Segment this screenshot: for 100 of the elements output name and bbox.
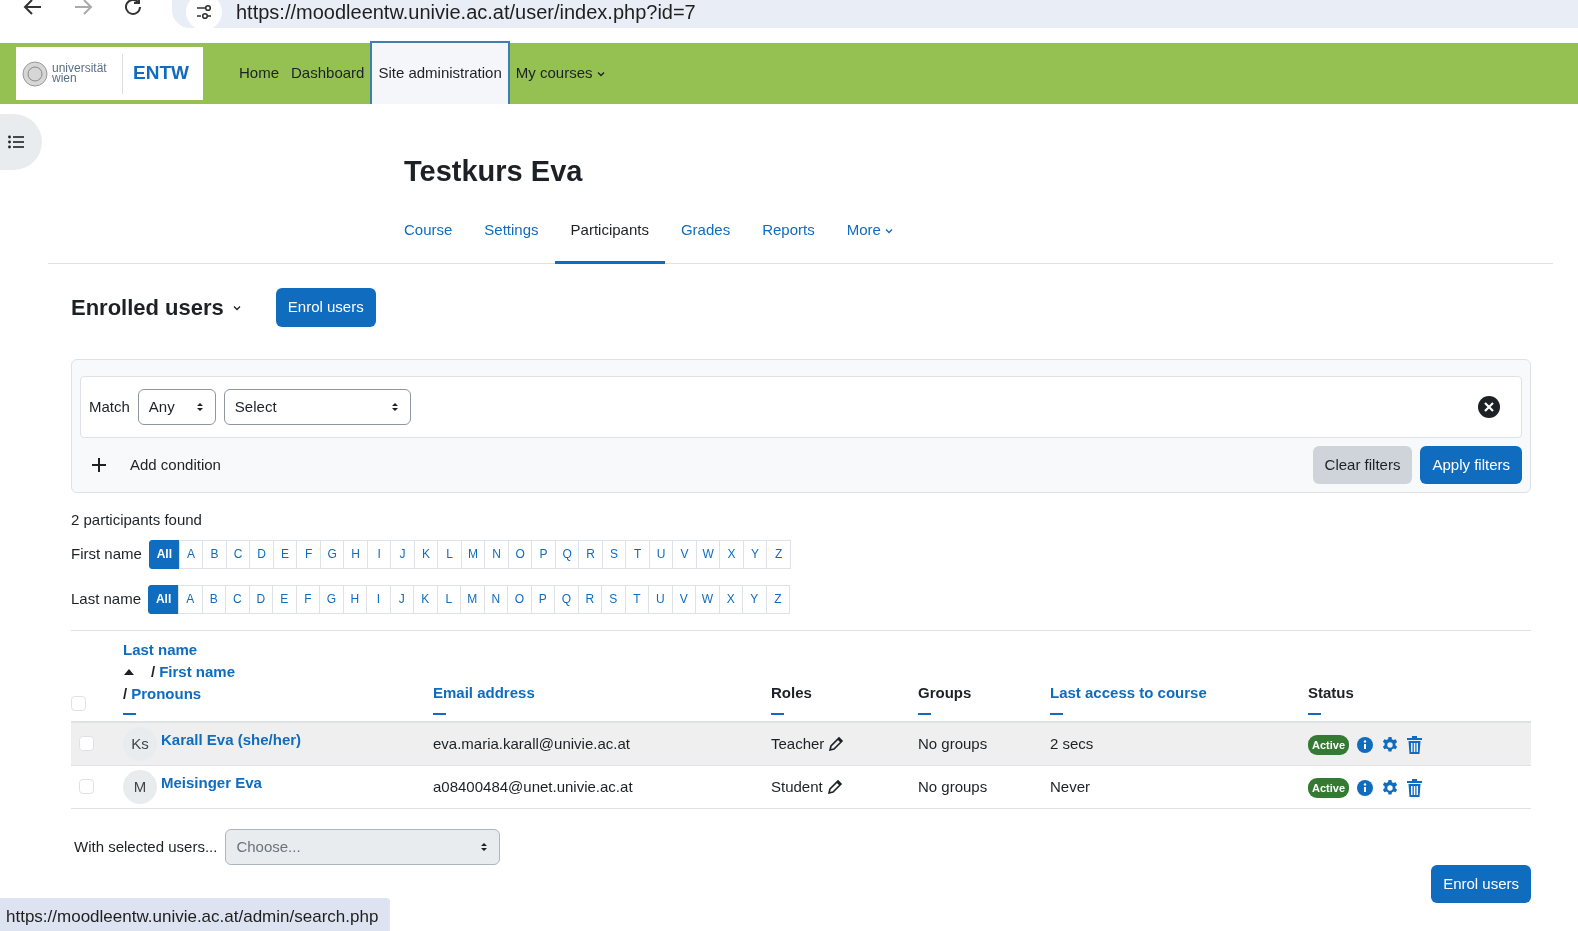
initial-link[interactable]: H <box>343 539 368 569</box>
nav-link[interactable]: Home <box>233 43 285 104</box>
nav-link[interactable]: My courses <box>509 43 612 104</box>
user-name-link[interactable]: Meisinger Eva <box>161 771 262 795</box>
bulk-action-label: With selected users... <box>74 836 218 857</box>
collapse-column-icon[interactable] <box>433 712 446 715</box>
info-icon[interactable] <box>1357 779 1374 796</box>
condition-select[interactable]: Select <box>223 388 411 425</box>
last-access-text: 2 secs <box>1050 734 1094 752</box>
collapse-column-icon[interactable] <box>918 712 931 715</box>
user-name-link[interactable]: Karall Eva (she/her) <box>161 728 302 752</box>
column-sort-link[interactable]: First name <box>159 660 236 683</box>
course-tab[interactable]: Grades <box>664 210 747 265</box>
initial-link[interactable]: F <box>296 539 321 569</box>
initial-link[interactable]: T <box>625 539 650 569</box>
initial-link[interactable]: A <box>178 584 203 614</box>
initial-link[interactable]: U <box>648 584 673 614</box>
participant-count: 2 participants found <box>71 510 203 531</box>
initial-link[interactable]: M <box>460 584 485 614</box>
initials-label: First name <box>71 544 142 565</box>
initial-link[interactable]: All <box>148 539 180 569</box>
sidebar-toggle-button[interactable] <box>0 114 42 170</box>
trash-icon[interactable] <box>1407 778 1423 797</box>
initial-link[interactable]: Z <box>766 539 791 569</box>
slash-text: / <box>123 683 128 704</box>
groups-text: No groups <box>918 777 988 795</box>
select-all-checkbox[interactable] <box>71 696 86 712</box>
initial-link[interactable]: N <box>484 539 509 569</box>
initial-link[interactable]: D <box>249 539 274 569</box>
initial-link[interactable]: K <box>413 584 438 614</box>
course-tab[interactable]: Course <box>388 210 469 265</box>
initial-link[interactable]: O <box>507 584 532 614</box>
match-select[interactable]: Any <box>137 388 216 425</box>
initial-link[interactable]: W <box>695 584 720 614</box>
column-sort-link[interactable]: Last access to course <box>1050 684 1207 702</box>
initial-link[interactable]: J <box>390 539 415 569</box>
column-heading: Status <box>1308 684 1354 702</box>
collapse-column-icon[interactable] <box>123 712 136 715</box>
initial-link[interactable]: I <box>366 584 391 614</box>
initial-link[interactable]: X <box>719 539 744 569</box>
status-badge: Active <box>1308 777 1350 799</box>
course-tab[interactable]: Reports <box>746 210 831 265</box>
logo-box[interactable]: universität wien ENTW <box>16 47 203 100</box>
enrol-users-button[interactable]: Enrol users <box>275 288 376 327</box>
role-text: Student <box>771 776 823 797</box>
status-url-tooltip: https://moodleentw.univie.ac.at/admin/search.php <box>0 897 391 931</box>
seal-icon <box>22 60 48 87</box>
initial-link[interactable]: C <box>225 584 250 614</box>
clear-filters-button[interactable]: Clear filters <box>1312 445 1413 485</box>
initial-link[interactable]: B <box>202 539 227 569</box>
initial-link[interactable]: All <box>148 584 180 614</box>
reload-icon[interactable] <box>122 0 144 18</box>
course-tab[interactable]: More <box>830 210 910 265</box>
column-heading: Groups <box>918 684 972 702</box>
initial-link[interactable]: G <box>319 584 344 614</box>
initial-link[interactable]: Q <box>554 584 579 614</box>
last-access-text: Never <box>1050 777 1090 795</box>
column-sort-link[interactable]: Pronouns <box>131 682 202 705</box>
bulk-action-select[interactable]: Choose... <box>225 828 501 865</box>
initials-label: Last name <box>71 589 142 610</box>
add-condition-button[interactable]: Add condition <box>80 447 233 483</box>
email-text: eva.maria.karall@univie.ac.at <box>433 734 630 752</box>
collapse-column-icon[interactable] <box>1308 712 1321 715</box>
course-tab[interactable]: Participants <box>554 210 665 265</box>
settings-icon[interactable] <box>1381 778 1400 797</box>
trash-icon[interactable] <box>1407 735 1423 754</box>
enrol-users-button[interactable]: Enrol users <box>1431 864 1531 904</box>
enrolled-users-menu[interactable]: Enrolled users <box>71 291 242 325</box>
avatar-initials: Ks <box>123 726 157 761</box>
initial-link[interactable]: E <box>272 584 297 614</box>
pencil-icon[interactable] <box>828 735 845 752</box>
nav-link[interactable]: Site administration <box>370 41 510 104</box>
groups-text: No groups <box>918 734 988 752</box>
nav-link[interactable]: Dashboard <box>285 43 371 104</box>
column-sort-link[interactable]: Email address <box>433 684 535 702</box>
initial-link[interactable]: L <box>437 539 462 569</box>
settings-icon[interactable] <box>1381 735 1400 754</box>
initial-link[interactable]: P <box>531 539 556 569</box>
initial-link[interactable]: Y <box>742 584 767 614</box>
site-settings-icon[interactable] <box>186 0 222 30</box>
column-sort-link[interactable]: Last name <box>123 638 198 661</box>
initial-link[interactable]: S <box>601 584 626 614</box>
row-checkbox[interactable] <box>79 736 94 752</box>
plus-icon <box>92 458 106 473</box>
list-icon <box>8 135 24 149</box>
info-icon[interactable] <box>1357 736 1374 753</box>
collapse-column-icon[interactable] <box>1050 712 1063 715</box>
course-title: Testkurs Eva <box>404 154 584 189</box>
initial-link[interactable]: Z <box>765 584 791 614</box>
close-icon[interactable] <box>1477 394 1501 419</box>
pencil-icon[interactable] <box>826 778 843 795</box>
course-tab[interactable]: Settings <box>468 210 555 265</box>
initial-link[interactable]: V <box>672 539 697 569</box>
collapse-column-icon[interactable] <box>771 712 784 715</box>
status-badge: Active <box>1308 734 1350 756</box>
row-checkbox[interactable] <box>79 779 94 795</box>
apply-filters-button[interactable]: Apply filters <box>1420 445 1522 485</box>
initial-link[interactable]: R <box>578 539 603 569</box>
role-text: Teacher <box>771 733 825 754</box>
logo-text: universität wien <box>52 63 108 84</box>
